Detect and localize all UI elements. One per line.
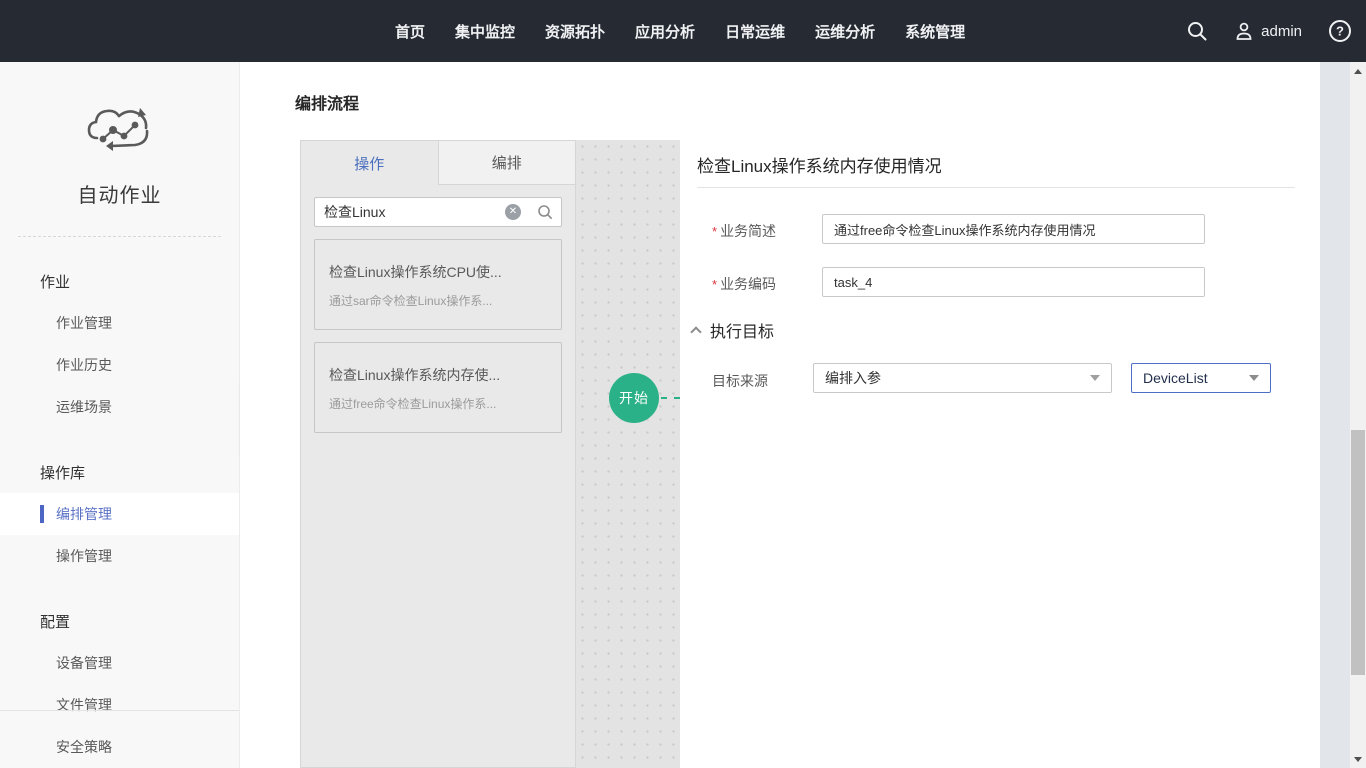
detail-title: 检查Linux操作系统内存使用情况 <box>697 152 942 177</box>
required-asterisk: * <box>712 277 717 292</box>
flow-canvas[interactable]: 开始 <box>576 140 680 768</box>
chevron-up-icon <box>690 326 701 337</box>
scrollbar-thumb[interactable] <box>1351 430 1365 675</box>
sidebar-item-device-management[interactable]: 设备管理 <box>0 642 239 684</box>
user-menu[interactable]: admin <box>1234 21 1302 41</box>
main-content: 编排流程 开始 操作 编排 ✕ 检查Linux操作系统CPU使... 通过sar… <box>240 62 1320 768</box>
operation-search-box: ✕ <box>314 197 562 227</box>
execution-target-section-toggle[interactable]: 执行目标 <box>692 318 774 342</box>
business-summary-input[interactable] <box>822 214 1205 244</box>
sidebar-item-orchestration-management[interactable]: 编排管理 <box>0 493 239 535</box>
sidebar-section-operation-library: 操作库 编排管理 操作管理 <box>0 452 239 577</box>
chevron-down-icon <box>1249 375 1259 381</box>
start-node-connector <box>661 397 680 399</box>
field-label-target-source: 目标来源 <box>712 371 768 391</box>
sidebar-item-operation-management[interactable]: 操作管理 <box>0 535 239 577</box>
sidebar-section-jobs: 作业 作业管理 作业历史 运维场景 <box>0 261 239 428</box>
operation-card-title: 检查Linux操作系统CPU使... <box>329 262 547 282</box>
sidebar-item-job-history[interactable]: 作业历史 <box>0 344 239 386</box>
nav-item-daily-ops[interactable]: 日常运维 <box>725 21 785 42</box>
sidebar-bottom-divider <box>0 710 239 711</box>
nav-item-ops-analysis[interactable]: 运维分析 <box>815 21 875 42</box>
sidebar: 自动作业 作业 作业管理 作业历史 运维场景 操作库 编排管理 操作管理 配置 … <box>0 62 240 768</box>
page-title: 编排流程 <box>295 90 359 114</box>
chevron-down-icon <box>1090 375 1100 381</box>
user-icon <box>1234 21 1254 41</box>
business-code-input[interactable] <box>822 267 1205 297</box>
vertical-scrollbar[interactable] <box>1350 62 1366 768</box>
scrollbar-down-arrow[interactable] <box>1350 752 1366 766</box>
svg-text:?: ? <box>1336 24 1344 39</box>
target-param-select[interactable]: DeviceList <box>1131 363 1271 393</box>
nav-item-system-mgmt[interactable]: 系统管理 <box>905 21 965 42</box>
field-label-business-code: *业务编码 <box>712 274 776 294</box>
node-detail-panel: 检查Linux操作系统内存使用情况 *业务简述 *业务编码 执行目标 目标来源 … <box>680 140 1320 768</box>
execution-target-section-title: 执行目标 <box>710 318 774 342</box>
target-param-value: DeviceList <box>1143 370 1208 386</box>
field-label-business-summary: *业务简述 <box>712 221 776 241</box>
section-label-jobs: 作业 <box>0 261 239 302</box>
app-title: 自动作业 <box>0 179 239 208</box>
operation-card-desc: 通过sar命令检查Linux操作系... <box>329 292 547 309</box>
sidebar-item-security-policy[interactable]: 安全策略 <box>0 726 239 768</box>
tab-orchestration[interactable]: 编排 <box>438 141 576 185</box>
operation-card-title: 检查Linux操作系统内存使... <box>329 365 547 385</box>
sidebar-section-configuration: 配置 设备管理 文件管理 安全策略 <box>0 601 239 768</box>
detail-title-underline <box>697 187 1295 188</box>
operation-card-cpu[interactable]: 检查Linux操作系统CPU使... 通过sar命令检查Linux操作系... <box>314 239 562 330</box>
clear-search-icon[interactable]: ✕ <box>505 204 521 220</box>
help-icon[interactable]: ? <box>1328 19 1352 43</box>
sidebar-item-file-management[interactable]: 文件管理 <box>0 684 239 726</box>
sidebar-divider <box>18 236 221 237</box>
username-label: admin <box>1261 23 1302 40</box>
nav-item-monitoring[interactable]: 集中监控 <box>455 21 515 42</box>
nav-item-app-analysis[interactable]: 应用分析 <box>635 21 695 42</box>
required-asterisk: * <box>712 224 717 239</box>
sidebar-item-job-management[interactable]: 作业管理 <box>0 302 239 344</box>
nav-item-home[interactable]: 首页 <box>395 21 425 42</box>
start-node[interactable]: 开始 <box>609 373 659 423</box>
auto-job-logo-icon <box>77 98 163 160</box>
nav-menu: 首页 集中监控 资源拓扑 应用分析 日常运维 运维分析 系统管理 <box>395 0 965 62</box>
nav-item-topology[interactable]: 资源拓扑 <box>545 21 605 42</box>
operation-search-input[interactable] <box>324 204 505 220</box>
operation-card-desc: 通过free命令检查Linux操作系... <box>329 395 547 412</box>
search-icon[interactable] <box>1186 20 1208 42</box>
sidebar-item-ops-scenario[interactable]: 运维场景 <box>0 386 239 428</box>
tab-operations[interactable]: 操作 <box>301 141 438 185</box>
section-label-operation-library: 操作库 <box>0 452 239 493</box>
operation-palette-panel: 操作 编排 ✕ 检查Linux操作系统CPU使... 通过sar命令检查Linu… <box>300 140 576 768</box>
search-submit-icon[interactable] <box>537 204 553 220</box>
palette-tabs: 操作 编排 <box>301 141 575 185</box>
target-source-value: 编排入参 <box>825 368 881 388</box>
right-gutter-strip <box>1320 62 1350 768</box>
section-label-configuration: 配置 <box>0 601 239 642</box>
app-brand: 自动作业 <box>0 62 239 208</box>
scrollbar-up-arrow[interactable] <box>1350 64 1366 78</box>
target-source-select[interactable]: 编排入参 <box>813 363 1112 393</box>
nav-right-group: admin ? <box>1186 0 1356 62</box>
operation-card-memory[interactable]: 检查Linux操作系统内存使... 通过free命令检查Linux操作系... <box>314 342 562 433</box>
top-navigation-bar: 首页 集中监控 资源拓扑 应用分析 日常运维 运维分析 系统管理 admin ? <box>0 0 1366 62</box>
